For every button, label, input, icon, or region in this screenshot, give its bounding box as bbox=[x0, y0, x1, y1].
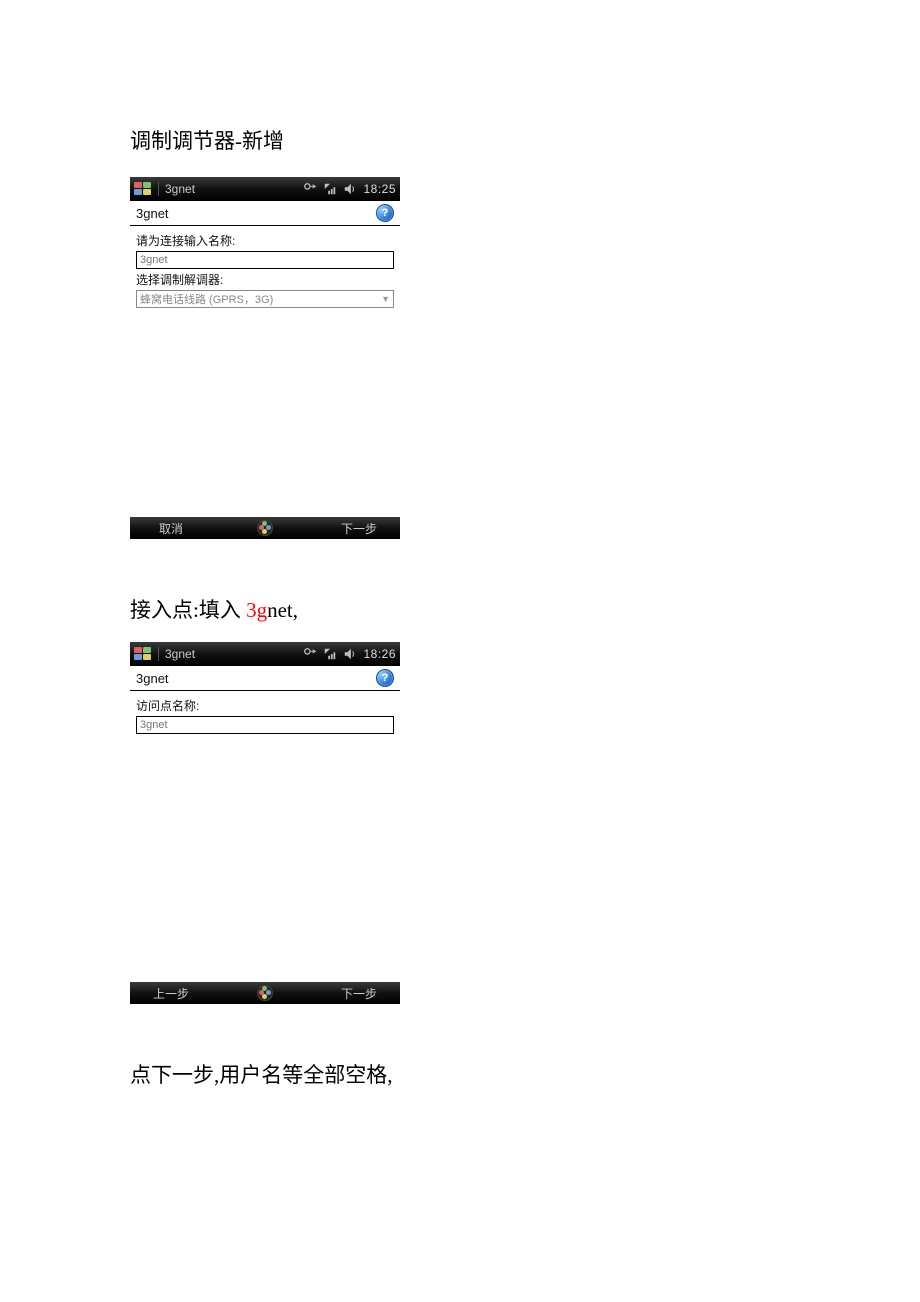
soft-key-bar: 取消 下一步 bbox=[130, 517, 400, 539]
connectivity-icon bbox=[303, 647, 317, 661]
app-title-bar: 3gnet ? bbox=[130, 201, 400, 226]
app-title: 3gnet bbox=[136, 671, 169, 686]
next-button[interactable]: 下一步 bbox=[334, 520, 384, 537]
connection-name-input[interactable] bbox=[136, 251, 394, 269]
modem-select[interactable]: 蜂窝电话线路 (GPRS，3G) ▼ bbox=[136, 290, 394, 308]
signal-icon bbox=[323, 182, 337, 196]
app-title: 3gnet bbox=[136, 206, 169, 221]
screenshot-modem-new: 3gnet 18:25 3gnet ? 请为连接输入名称: 选择调制解调器: 蜂… bbox=[130, 177, 400, 539]
start-icon[interactable] bbox=[134, 182, 152, 196]
next-button[interactable]: 下一步 bbox=[334, 985, 384, 1002]
caption-apn: 接入点:填入 3gnet, bbox=[130, 594, 790, 624]
separator bbox=[158, 647, 159, 661]
cancel-button[interactable]: 取消 bbox=[146, 520, 196, 537]
home-icon[interactable] bbox=[257, 985, 273, 1001]
label-apn: 访问点名称: bbox=[136, 697, 394, 714]
topbar-title: 3gnet bbox=[165, 647, 195, 661]
clock: 18:26 bbox=[363, 647, 396, 661]
app-title-bar: 3gnet ? bbox=[130, 666, 400, 691]
help-icon[interactable]: ? bbox=[376, 204, 394, 222]
label-select-modem: 选择调制解调器: bbox=[136, 271, 394, 288]
volume-icon bbox=[343, 647, 357, 661]
clock: 18:25 bbox=[363, 182, 396, 196]
soft-key-bar: 上一步 下一步 bbox=[130, 982, 400, 1004]
apn-input[interactable] bbox=[136, 716, 394, 734]
chevron-down-icon: ▼ bbox=[381, 294, 390, 304]
volume-icon bbox=[343, 182, 357, 196]
caption-next-step: 点下一步,用户名等全部空格, bbox=[130, 1059, 790, 1089]
topbar-title: 3gnet bbox=[165, 182, 195, 196]
status-bar: 3gnet 18:26 bbox=[130, 642, 400, 666]
help-icon[interactable]: ? bbox=[376, 669, 394, 687]
heading-modem-add: 调制调节器-新增 bbox=[130, 125, 790, 155]
connectivity-icon bbox=[303, 182, 317, 196]
screenshot-apn: 3gnet 18:26 3gnet ? 访问点名称: 上一步 下一步 bbox=[130, 642, 400, 1004]
signal-icon bbox=[323, 647, 337, 661]
start-icon[interactable] bbox=[134, 647, 152, 661]
status-bar: 3gnet 18:25 bbox=[130, 177, 400, 201]
label-connection-name: 请为连接输入名称: bbox=[136, 232, 394, 249]
back-button[interactable]: 上一步 bbox=[146, 985, 196, 1002]
modem-select-value: 蜂窝电话线路 (GPRS，3G) bbox=[140, 291, 273, 307]
separator bbox=[158, 182, 159, 196]
home-icon[interactable] bbox=[257, 520, 273, 536]
